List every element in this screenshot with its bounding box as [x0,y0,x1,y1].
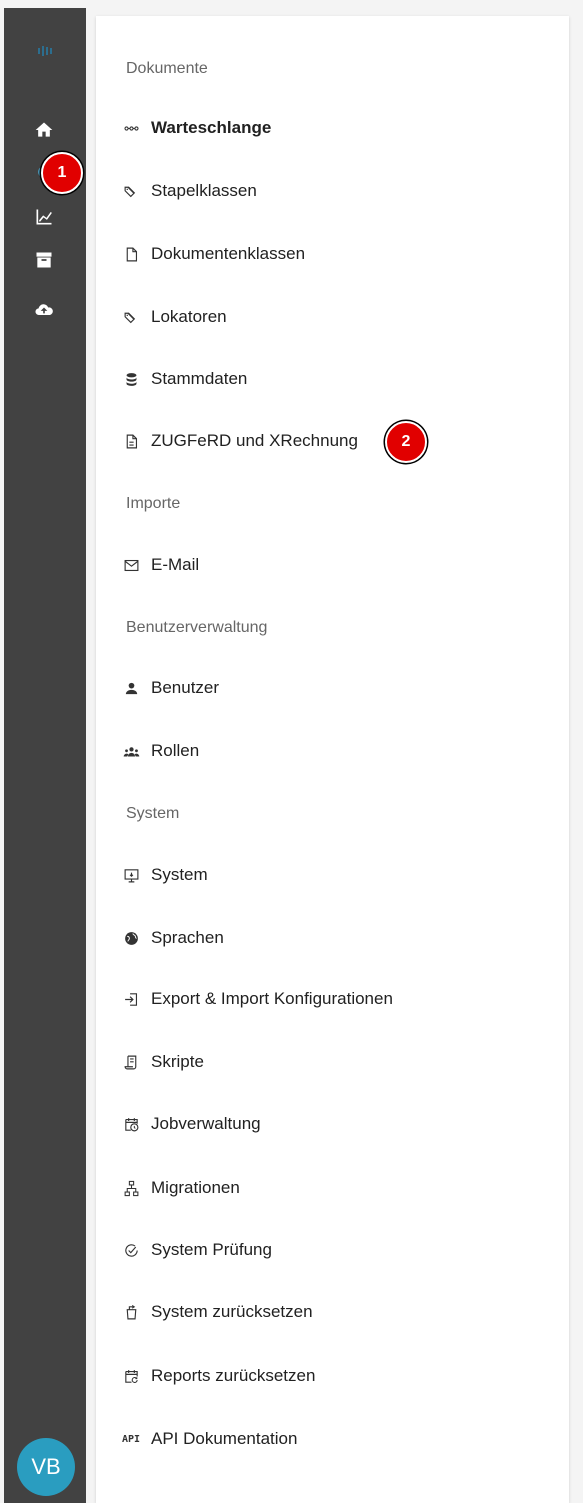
menu-item-migrationen[interactable]: Migrationen [116,1173,240,1203]
dots-icon [120,117,142,139]
menu-item-label: ZUGFeRD und XRechnung [151,431,358,450]
menu-item-benutzer[interactable]: Benutzer [116,673,219,703]
menu-item-email[interactable]: E-Mail [116,550,199,580]
menu-item-label: Lokatoren [151,307,227,326]
menu-item-label: Stammdaten [151,369,248,388]
globe-icon [120,927,142,949]
reset-icon [120,1301,142,1323]
menu-item-system-pruefung[interactable]: System Prüfung [116,1235,272,1265]
menu-item-label: Sprachen [151,928,224,947]
home-icon[interactable] [32,118,56,142]
menu-item-label: System Prüfung [151,1240,272,1259]
menu-item-rollen[interactable]: Rollen [116,736,199,766]
menu-item-label: Benutzer [151,678,220,697]
avatar[interactable]: VB [17,1438,75,1496]
menu-item-label: Export & Import Konfigurationen [151,989,393,1008]
import-icon [120,988,142,1010]
mail-icon [120,554,142,576]
calendar-reset-icon [120,1365,142,1387]
tags-icon [120,306,142,328]
logo-icon [34,38,58,62]
invoice-icon [120,430,142,452]
menu-item-jobverwaltung[interactable]: Jobverwaltung [116,1109,261,1139]
menu-item-label: System zurücksetzen [151,1302,313,1321]
menu-item-label: Stapelklassen [151,181,257,200]
menu-item-label: Dokumentenklassen [151,244,306,263]
menu-item-label: API Dokumentation [151,1429,298,1448]
menu-item-warteschlange[interactable]: Warteschlange [116,113,271,143]
menu-item-sprachen[interactable]: Sprachen [116,923,224,953]
tags-icon [120,180,142,202]
chart-icon[interactable] [32,205,56,229]
menu-item-label: Warteschlange [151,118,272,137]
section-dokumente: Dokumente [126,60,208,77]
menu-item-lokatoren[interactable]: Lokatoren [116,302,227,332]
menu-item-stammdaten[interactable]: Stammdaten [116,364,247,394]
menu-item-label: Reports zurücksetzen [151,1366,316,1385]
calendar-clock-icon [120,1113,142,1135]
menu-item-dokumentenklassen[interactable]: Dokumentenklassen [116,239,305,269]
document-icon [120,243,142,265]
left-rail: VB [4,8,86,1503]
menu-item-export-import[interactable]: Export & Import Konfigurationen [116,984,393,1014]
api-icon: API [121,1433,141,1445]
menu-item-label: Migrationen [151,1178,240,1197]
menu-item-zugferd[interactable]: ZUGFeRD und XRechnung [116,426,358,456]
step-badge-2: 2 [385,421,427,463]
menu-item-api-doku[interactable]: API API Dokumentation [116,1424,298,1454]
cloud-upload-icon[interactable] [32,298,56,322]
database-icon [120,368,142,390]
menu-item-system-reset[interactable]: System zurücksetzen [116,1297,313,1327]
section-benutzerverwaltung: Benutzerverwaltung [126,619,268,636]
monitor-icon [120,864,142,886]
menu-item-stapelklassen[interactable]: Stapelklassen [116,176,257,206]
menu-item-label: Jobverwaltung [151,1114,261,1133]
step-badge-1: 1 [41,152,83,194]
menu-item-label: System [151,865,208,884]
menu-item-label: E-Mail [151,555,200,574]
group-icon [120,740,142,762]
check-circle-icon [120,1239,142,1261]
section-importe: Importe [126,495,181,512]
archive-icon[interactable] [32,248,56,272]
menu-item-system[interactable]: System [116,860,208,890]
script-icon [120,1051,142,1073]
network-icon [120,1177,142,1199]
menu-item-label: Skripte [151,1052,204,1071]
user-icon [120,677,142,699]
menu-item-skripte[interactable]: Skripte [116,1047,204,1077]
settings-menu-panel: Dokumente Warteschlange Stapelklassen Do… [96,16,569,1503]
section-system: System [126,805,180,822]
menu-item-reports-reset[interactable]: Reports zurücksetzen [116,1361,315,1391]
menu-item-label: Rollen [151,741,200,760]
